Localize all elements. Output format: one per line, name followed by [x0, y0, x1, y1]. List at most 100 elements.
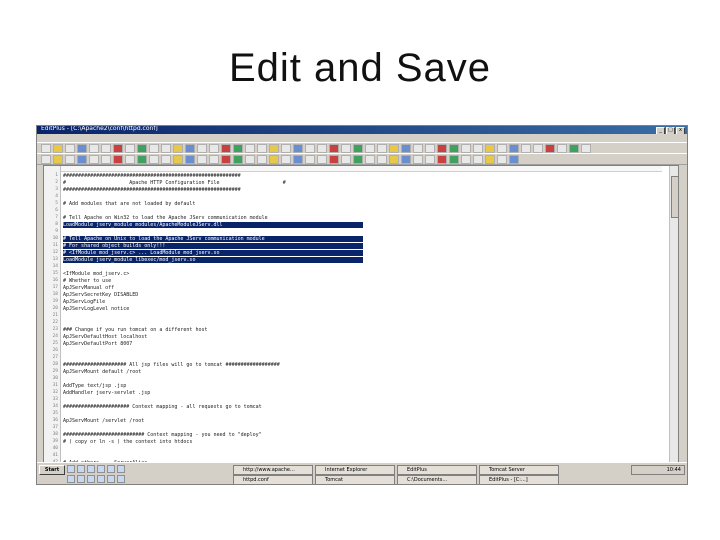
undo-icon[interactable]: [149, 155, 159, 164]
find-icon[interactable]: [389, 144, 399, 153]
preview-icon[interactable]: [533, 144, 543, 153]
selected-code-line[interactable]: # Tell Apache on Unix to load the Apache…: [63, 236, 363, 242]
code-line[interactable]: ########################################…: [63, 173, 663, 179]
preview-icon[interactable]: [101, 144, 111, 153]
quicklaunch-app-icon[interactable]: [117, 475, 125, 483]
taskbar-window-button[interactable]: EditPlus - [C:...]: [479, 475, 559, 484]
save-all-icon[interactable]: [509, 144, 519, 153]
cut-icon[interactable]: [329, 155, 339, 164]
quicklaunch-mail-icon[interactable]: [87, 465, 95, 473]
open-icon[interactable]: [269, 155, 279, 164]
code-line[interactable]: <IfModule mod_jserv.c>: [63, 271, 663, 277]
new-file-icon[interactable]: [257, 144, 267, 153]
paste-icon[interactable]: [353, 144, 363, 153]
code-line[interactable]: ApJServManual off: [63, 285, 663, 291]
run-icon[interactable]: [449, 155, 459, 164]
taskbar-window-button[interactable]: httpd.conf: [233, 475, 313, 484]
code-line[interactable]: # Apache HTTP Configuration File #: [63, 180, 663, 186]
save-icon[interactable]: [497, 144, 507, 153]
word-wrap-icon[interactable]: [209, 144, 219, 153]
copy-icon[interactable]: [125, 144, 135, 153]
open-icon[interactable]: [485, 144, 495, 153]
cut-icon[interactable]: [329, 144, 339, 153]
taskbar-window-button[interactable]: C:\Documents...: [397, 475, 477, 484]
save-all-icon[interactable]: [77, 144, 87, 153]
save-all-icon[interactable]: [509, 155, 519, 164]
taskbar-window-button[interactable]: Tomcat Server: [479, 465, 559, 475]
save-all-icon[interactable]: [77, 155, 87, 164]
new-file-icon[interactable]: [257, 155, 267, 164]
word-wrap-icon[interactable]: [425, 155, 435, 164]
undo-icon[interactable]: [365, 144, 375, 153]
print-icon[interactable]: [305, 155, 315, 164]
settings-icon[interactable]: [245, 144, 255, 153]
quicklaunch-folder-icon[interactable]: [97, 465, 105, 473]
redo-icon[interactable]: [377, 144, 387, 153]
copy-icon[interactable]: [341, 144, 351, 153]
scrollbar-thumb[interactable]: [671, 176, 678, 218]
text-editor[interactable]: 1 2 3 4 5 6 7 8 9 10 11 12 13 14 15 16 17 18 19 20 21 22 23 24 2…: [43, 165, 679, 477]
redo-icon[interactable]: [161, 144, 171, 153]
code-line[interactable]: ApJServLogFile: [63, 299, 663, 305]
new-file-icon[interactable]: [473, 155, 483, 164]
quicklaunch-ie-icon[interactable]: [67, 465, 75, 473]
cut-icon[interactable]: [545, 144, 555, 153]
code-line[interactable]: ########################################…: [63, 187, 663, 193]
code-line[interactable]: # Add modules that are not loaded by def…: [63, 201, 663, 207]
cut-icon[interactable]: [113, 144, 123, 153]
replace-icon[interactable]: [401, 144, 411, 153]
undo-icon[interactable]: [581, 144, 591, 153]
taskbar-window-button[interactable]: EditPlus: [397, 465, 477, 475]
word-wrap-icon[interactable]: [425, 144, 435, 153]
settings-icon[interactable]: [245, 155, 255, 164]
redo-icon[interactable]: [161, 155, 171, 164]
code-line[interactable]: ### Change if you run tomcat on a differ…: [63, 327, 663, 333]
print-icon[interactable]: [305, 144, 315, 153]
quicklaunch-app-icon[interactable]: [117, 465, 125, 473]
code-line[interactable]: ApJServMount /servlet /root: [63, 418, 663, 424]
code-line[interactable]: AddHandler jserv-servlet .jsp: [63, 390, 663, 396]
settings-icon[interactable]: [461, 144, 471, 153]
find-icon[interactable]: [173, 155, 183, 164]
code-line[interactable]: # Whether to use: [63, 278, 663, 284]
goto-icon[interactable]: [413, 155, 423, 164]
new-file-icon[interactable]: [473, 144, 483, 153]
code-line[interactable]: ApJServLogLevel notice: [63, 306, 663, 312]
copy-icon[interactable]: [125, 155, 135, 164]
save-all-icon[interactable]: [293, 155, 303, 164]
find-icon[interactable]: [389, 155, 399, 164]
selected-code-line[interactable]: LoadModule jserv_module modules/ApacheMo…: [63, 222, 363, 228]
quicklaunch-app-icon[interactable]: [67, 475, 75, 483]
selected-code-line[interactable]: LoadModule jserv_module libexec/mod_jser…: [63, 257, 363, 263]
quicklaunch-app-icon[interactable]: [107, 465, 115, 473]
copy-icon[interactable]: [341, 155, 351, 164]
goto-icon[interactable]: [413, 144, 423, 153]
quicklaunch-app-icon[interactable]: [107, 475, 115, 483]
save-all-icon[interactable]: [293, 144, 303, 153]
goto-icon[interactable]: [197, 144, 207, 153]
save-icon[interactable]: [497, 155, 507, 164]
browser-icon[interactable]: [221, 144, 231, 153]
goto-icon[interactable]: [197, 155, 207, 164]
print-icon[interactable]: [89, 144, 99, 153]
open-icon[interactable]: [269, 144, 279, 153]
quicklaunch-app-icon[interactable]: [77, 475, 85, 483]
quicklaunch-app-icon[interactable]: [87, 475, 95, 483]
save-icon[interactable]: [281, 144, 291, 153]
copy-icon[interactable]: [557, 144, 567, 153]
run-icon[interactable]: [233, 144, 243, 153]
replace-icon[interactable]: [185, 144, 195, 153]
code-line[interactable]: ##################### All jsp files will…: [63, 362, 663, 368]
paste-icon[interactable]: [137, 155, 147, 164]
taskbar-window-button[interactable]: Tomcat: [315, 475, 395, 484]
quicklaunch-desktop-icon[interactable]: [77, 465, 85, 473]
code-line[interactable]: ApJServDefaultPort 8007: [63, 341, 663, 347]
vertical-scrollbar[interactable]: [669, 166, 678, 476]
undo-icon[interactable]: [149, 144, 159, 153]
code-line[interactable]: # ( copy or ln -s ) the context into htd…: [63, 439, 663, 445]
code-line[interactable]: ApJServMount default /root: [63, 369, 663, 375]
start-button[interactable]: Start: [39, 465, 65, 475]
cut-icon[interactable]: [113, 155, 123, 164]
paste-icon[interactable]: [353, 155, 363, 164]
new-file-icon[interactable]: [41, 155, 51, 164]
